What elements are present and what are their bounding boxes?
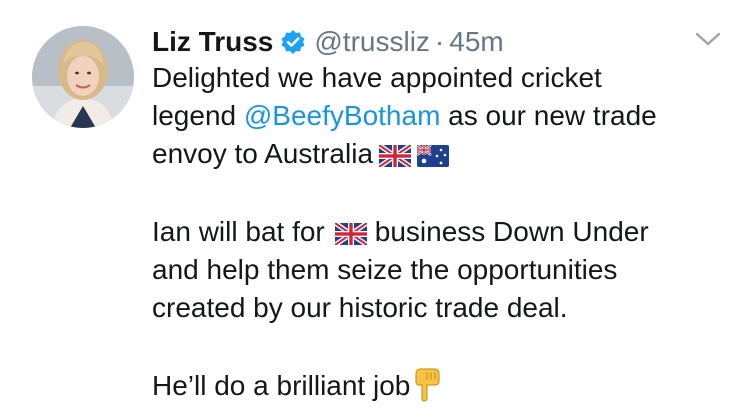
tweet-text-segment: business Down Under [374, 216, 649, 247]
tweet-line: Delighted we have appointed cricket [152, 59, 727, 97]
tweet-line: He’ll do a brilliant job [152, 367, 727, 405]
tweet-line: created by our historic trade deal. [152, 289, 727, 327]
mention-link[interactable]: @BeefyBotham [244, 100, 441, 131]
tweet-text: Delighted we have appointed cricket lege… [152, 59, 727, 405]
verified-badge-icon [280, 29, 306, 55]
tweet-text-segment: as our new trade [440, 100, 657, 131]
australia-flag-icon [417, 145, 450, 167]
tweet-text-segment: He’ll do a brilliant job [152, 370, 411, 401]
tweet-text-segment: and help them seize the opportunities [152, 254, 618, 285]
separator-dot: · [434, 26, 445, 57]
tweet[interactable]: Liz Truss @trussliz · 45m Delighted we h… [0, 0, 740, 418]
tweet-header: Liz Truss @trussliz · 45m [152, 22, 504, 62]
tweet-line: legend @BeefyBotham as our new trade [152, 97, 727, 135]
uk-flag-icon [334, 223, 367, 245]
uk-flag-icon [379, 145, 412, 167]
tweet-line: and help them seize the opportunities [152, 251, 727, 289]
pointing-down-hand-icon [415, 367, 441, 413]
author-handle[interactable]: @trussliz [314, 26, 430, 58]
avatar[interactable] [32, 26, 134, 128]
tweet-text-segment: legend [152, 100, 244, 131]
tweet-text-segment: created by our historic trade deal. [152, 292, 568, 323]
tweet-text-segment: envoy to Australia [152, 138, 374, 169]
tweet-line: envoy to Australia [152, 135, 727, 173]
tweet-line: Ian will bat for business Down Under [152, 213, 727, 251]
tweet-timestamp[interactable]: 45m [449, 26, 503, 58]
tweet-text-segment: Ian will bat for [152, 216, 325, 247]
tweet-text-segment: Delighted we have appointed cricket [152, 62, 602, 93]
author-name[interactable]: Liz Truss [152, 26, 273, 58]
chevron-down-icon[interactable] [694, 30, 722, 48]
